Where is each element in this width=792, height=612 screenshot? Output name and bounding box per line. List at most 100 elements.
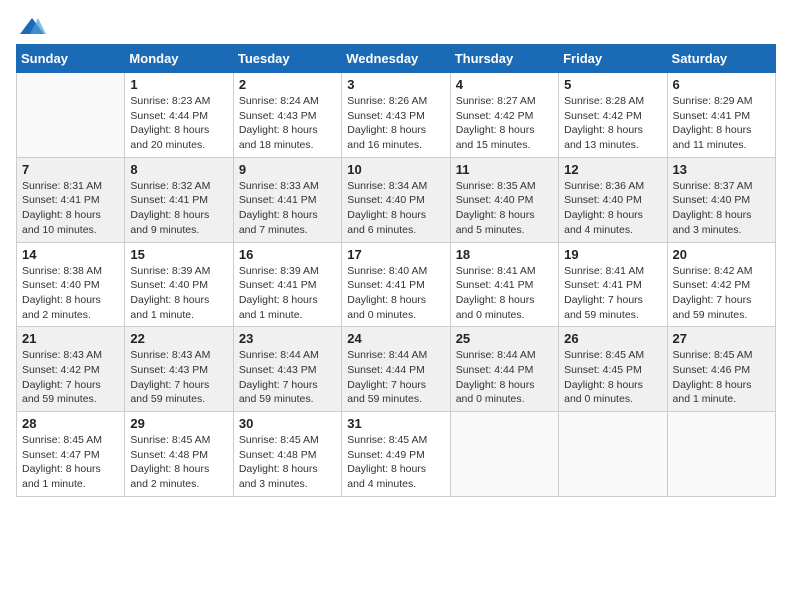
day-info: Sunrise: 8:33 AMSunset: 4:41 PMDaylight:… xyxy=(239,179,336,238)
calendar-cell: 5 Sunrise: 8:28 AMSunset: 4:42 PMDaylight… xyxy=(559,73,667,158)
day-info: Sunrise: 8:45 AMSunset: 4:45 PMDaylight:… xyxy=(564,348,661,407)
calendar-cell: 6 Sunrise: 8:29 AMSunset: 4:41 PMDaylight… xyxy=(667,73,775,158)
day-info: Sunrise: 8:45 AMSunset: 4:46 PMDaylight:… xyxy=(673,348,770,407)
day-number: 31 xyxy=(347,416,444,431)
calendar-cell: 14 Sunrise: 8:38 AMSunset: 4:40 PMDayligh… xyxy=(17,242,125,327)
day-number: 10 xyxy=(347,162,444,177)
day-info: Sunrise: 8:41 AMSunset: 4:41 PMDaylight:… xyxy=(564,264,661,323)
calendar-table: SundayMondayTuesdayWednesdayThursdayFrid… xyxy=(16,44,776,497)
calendar-cell: 23 Sunrise: 8:44 AMSunset: 4:43 PMDayligh… xyxy=(233,327,341,412)
weekday-header: Sunday xyxy=(17,45,125,73)
day-number: 3 xyxy=(347,77,444,92)
calendar-cell: 19 Sunrise: 8:41 AMSunset: 4:41 PMDayligh… xyxy=(559,242,667,327)
calendar-cell xyxy=(17,73,125,158)
calendar-cell: 11 Sunrise: 8:35 AMSunset: 4:40 PMDayligh… xyxy=(450,157,558,242)
day-number: 12 xyxy=(564,162,661,177)
calendar-cell: 30 Sunrise: 8:45 AMSunset: 4:48 PMDayligh… xyxy=(233,412,341,497)
day-info: Sunrise: 8:36 AMSunset: 4:40 PMDaylight:… xyxy=(564,179,661,238)
calendar-cell: 2Sunrise: 8:24 AMSunset: 4:43 PMDaylight… xyxy=(233,73,341,158)
calendar-cell: 21 Sunrise: 8:43 AMSunset: 4:42 PMDayligh… xyxy=(17,327,125,412)
day-number: 8 xyxy=(130,162,227,177)
page-header xyxy=(16,16,776,32)
day-number: 5 xyxy=(564,77,661,92)
calendar-week-row: 21 Sunrise: 8:43 AMSunset: 4:42 PMDayligh… xyxy=(17,327,776,412)
day-info: Sunrise: 8:28 AMSunset: 4:42 PMDaylight:… xyxy=(564,94,661,153)
calendar-cell: 12 Sunrise: 8:36 AMSunset: 4:40 PMDayligh… xyxy=(559,157,667,242)
day-info: Sunrise: 8:44 AMSunset: 4:43 PMDaylight:… xyxy=(239,348,336,407)
calendar-cell: 9 Sunrise: 8:33 AMSunset: 4:41 PMDaylight… xyxy=(233,157,341,242)
day-number: 14 xyxy=(22,247,119,262)
day-number: 6 xyxy=(673,77,770,92)
day-info: Sunrise: 8:41 AMSunset: 4:41 PMDaylight:… xyxy=(456,264,553,323)
weekday-header: Friday xyxy=(559,45,667,73)
day-number: 20 xyxy=(673,247,770,262)
day-info: Sunrise: 8:45 AMSunset: 4:49 PMDaylight:… xyxy=(347,433,444,492)
day-number: 18 xyxy=(456,247,553,262)
day-info: Sunrise: 8:44 AMSunset: 4:44 PMDaylight:… xyxy=(347,348,444,407)
day-number: 4 xyxy=(456,77,553,92)
day-info: Sunrise: 8:39 AMSunset: 4:40 PMDaylight:… xyxy=(130,264,227,323)
day-number: 29 xyxy=(130,416,227,431)
day-info: Sunrise: 8:44 AMSunset: 4:44 PMDaylight:… xyxy=(456,348,553,407)
day-info: Sunrise: 8:27 AMSunset: 4:42 PMDaylight:… xyxy=(456,94,553,153)
day-info: Sunrise: 8:31 AMSunset: 4:41 PMDaylight:… xyxy=(22,179,119,238)
day-info: Sunrise: 8:38 AMSunset: 4:40 PMDaylight:… xyxy=(22,264,119,323)
weekday-header: Wednesday xyxy=(342,45,450,73)
day-number: 27 xyxy=(673,331,770,346)
calendar-cell: 15 Sunrise: 8:39 AMSunset: 4:40 PMDayligh… xyxy=(125,242,233,327)
calendar-cell: 1Sunrise: 8:23 AMSunset: 4:44 PMDaylight… xyxy=(125,73,233,158)
calendar-cell: 28 Sunrise: 8:45 AMSunset: 4:47 PMDayligh… xyxy=(17,412,125,497)
calendar-week-row: 14 Sunrise: 8:38 AMSunset: 4:40 PMDayligh… xyxy=(17,242,776,327)
day-number: 9 xyxy=(239,162,336,177)
day-info: Sunrise: 8:42 AMSunset: 4:42 PMDaylight:… xyxy=(673,264,770,323)
logo xyxy=(16,16,44,32)
calendar-cell xyxy=(559,412,667,497)
day-number: 1 xyxy=(130,77,227,92)
calendar-header-row: SundayMondayTuesdayWednesdayThursdayFrid… xyxy=(17,45,776,73)
day-info: Sunrise: 8:40 AMSunset: 4:41 PMDaylight:… xyxy=(347,264,444,323)
calendar-week-row: 28 Sunrise: 8:45 AMSunset: 4:47 PMDayligh… xyxy=(17,412,776,497)
day-number: 28 xyxy=(22,416,119,431)
day-info: Sunrise: 8:24 AMSunset: 4:43 PMDaylight:… xyxy=(239,94,336,153)
day-info: Sunrise: 8:26 AMSunset: 4:43 PMDaylight:… xyxy=(347,94,444,153)
calendar-cell: 27 Sunrise: 8:45 AMSunset: 4:46 PMDayligh… xyxy=(667,327,775,412)
calendar-cell: 25 Sunrise: 8:44 AMSunset: 4:44 PMDayligh… xyxy=(450,327,558,412)
weekday-header: Thursday xyxy=(450,45,558,73)
day-number: 26 xyxy=(564,331,661,346)
day-info: Sunrise: 8:39 AMSunset: 4:41 PMDaylight:… xyxy=(239,264,336,323)
calendar-cell: 31 Sunrise: 8:45 AMSunset: 4:49 PMDayligh… xyxy=(342,412,450,497)
calendar-week-row: 7Sunrise: 8:31 AMSunset: 4:41 PMDaylight… xyxy=(17,157,776,242)
weekday-header: Saturday xyxy=(667,45,775,73)
day-number: 30 xyxy=(239,416,336,431)
calendar-cell xyxy=(667,412,775,497)
calendar-cell: 17Sunrise: 8:40 AMSunset: 4:41 PMDayligh… xyxy=(342,242,450,327)
day-info: Sunrise: 8:43 AMSunset: 4:42 PMDaylight:… xyxy=(22,348,119,407)
calendar-cell: 20 Sunrise: 8:42 AMSunset: 4:42 PMDayligh… xyxy=(667,242,775,327)
calendar-cell: 26 Sunrise: 8:45 AMSunset: 4:45 PMDayligh… xyxy=(559,327,667,412)
day-number: 13 xyxy=(673,162,770,177)
day-info: Sunrise: 8:45 AMSunset: 4:47 PMDaylight:… xyxy=(22,433,119,492)
day-info: Sunrise: 8:29 AMSunset: 4:41 PMDaylight:… xyxy=(673,94,770,153)
day-number: 24 xyxy=(347,331,444,346)
day-number: 11 xyxy=(456,162,553,177)
day-info: Sunrise: 8:43 AMSunset: 4:43 PMDaylight:… xyxy=(130,348,227,407)
day-number: 25 xyxy=(456,331,553,346)
day-number: 21 xyxy=(22,331,119,346)
calendar-cell: 22 Sunrise: 8:43 AMSunset: 4:43 PMDayligh… xyxy=(125,327,233,412)
day-info: Sunrise: 8:45 AMSunset: 4:48 PMDaylight:… xyxy=(239,433,336,492)
calendar-cell xyxy=(450,412,558,497)
calendar-cell: 10Sunrise: 8:34 AMSunset: 4:40 PMDayligh… xyxy=(342,157,450,242)
day-info: Sunrise: 8:35 AMSunset: 4:40 PMDaylight:… xyxy=(456,179,553,238)
day-number: 22 xyxy=(130,331,227,346)
calendar-cell: 3 Sunrise: 8:26 AMSunset: 4:43 PMDaylight… xyxy=(342,73,450,158)
weekday-header: Monday xyxy=(125,45,233,73)
calendar-cell: 16 Sunrise: 8:39 AMSunset: 4:41 PMDayligh… xyxy=(233,242,341,327)
day-number: 23 xyxy=(239,331,336,346)
logo-icon xyxy=(18,16,46,36)
day-info: Sunrise: 8:45 AMSunset: 4:48 PMDaylight:… xyxy=(130,433,227,492)
day-number: 15 xyxy=(130,247,227,262)
day-number: 16 xyxy=(239,247,336,262)
day-number: 19 xyxy=(564,247,661,262)
calendar-cell: 29 Sunrise: 8:45 AMSunset: 4:48 PMDayligh… xyxy=(125,412,233,497)
calendar-cell: 13Sunrise: 8:37 AMSunset: 4:40 PMDayligh… xyxy=(667,157,775,242)
